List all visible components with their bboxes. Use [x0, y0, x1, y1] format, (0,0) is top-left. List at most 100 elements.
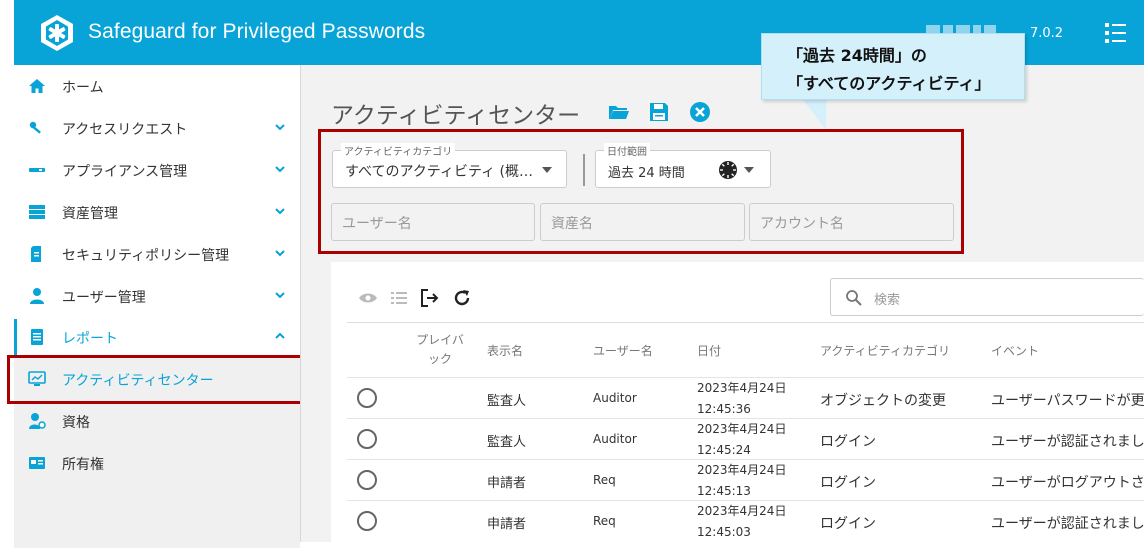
- table-cell-category: ログイン: [820, 475, 876, 491]
- date-range-value: 過去 24 時間: [608, 166, 685, 181]
- column-header-display-name[interactable]: 表示名: [487, 342, 523, 359]
- user-name-input[interactable]: ユーザー名: [331, 203, 535, 241]
- table-cell-user-name: Auditor: [593, 432, 637, 446]
- save-icon[interactable]: [648, 101, 670, 123]
- server-icon: [29, 205, 45, 219]
- table-cell-date: 2023年4月24日: [697, 504, 787, 518]
- column-header-playback[interactable]: プレイバ ック: [414, 331, 466, 369]
- table-cell-category: ログイン: [820, 516, 876, 532]
- list-details-icon[interactable]: [389, 288, 409, 308]
- column-header-category[interactable]: アクティビティカテゴリ: [820, 342, 950, 359]
- account-name-input[interactable]: アカウント名: [749, 203, 954, 241]
- chevron-down-icon: [275, 292, 285, 299]
- table-cell-time: 12:45:03: [697, 525, 751, 539]
- table-cell-event: ユーザーが認証されまし: [991, 516, 1144, 532]
- search-input[interactable]: 検索: [830, 278, 1144, 316]
- chevron-up-icon: [275, 332, 285, 339]
- callout-line-1: 「過去 24時間」の: [787, 46, 927, 65]
- column-header-user-name[interactable]: ユーザー名: [593, 342, 653, 359]
- asset-name-input[interactable]: 資産名: [540, 203, 745, 241]
- sidebar: ホーム アクセスリクエスト アプライアンス管理 資産管理 セキュリティポリシー管…: [14, 65, 300, 548]
- page-title: アクティビティセンター: [331, 102, 581, 128]
- row-select-radio[interactable]: [357, 470, 377, 490]
- clear-icon[interactable]: [689, 101, 711, 123]
- report-icon: [31, 329, 43, 345]
- folder-open-icon[interactable]: [608, 101, 630, 123]
- refresh-icon[interactable]: [452, 288, 472, 308]
- table-cell-user-name: Req: [593, 514, 616, 528]
- sidebar-item-label: 資産管理: [62, 206, 118, 222]
- sidebar-item-label: アプライアンス管理: [62, 164, 188, 180]
- sidebar-item-ownership[interactable]: 所有権: [14, 445, 300, 481]
- sidebar-item-entitlements[interactable]: 資格: [14, 403, 300, 439]
- table-cell-time: 12:45:24: [697, 443, 751, 457]
- sidebar-item-access-request[interactable]: アクセスリクエスト: [14, 110, 300, 146]
- header-bottom-border: [347, 377, 1144, 378]
- table-cell-category: オブジェクトの変更: [820, 393, 946, 409]
- user-icon: [30, 288, 44, 304]
- column-header-date[interactable]: 日付: [697, 342, 721, 359]
- sidebar-item-label: レポート: [62, 331, 118, 347]
- selection-highlight: [7, 355, 303, 404]
- filter-divider: [583, 154, 585, 186]
- table-cell-category: ログイン: [820, 434, 876, 450]
- sidebar-item-reports[interactable]: レポート: [14, 319, 300, 355]
- activity-category-legend: アクティビティカテゴリ: [341, 143, 456, 158]
- table-cell-display-name: 監査人: [487, 394, 527, 409]
- row-divider: [347, 500, 1144, 501]
- activity-category-select[interactable]: アクティビティカテゴリ すべてのアクティビティ (概…: [332, 143, 567, 188]
- row-select-radio[interactable]: [357, 511, 377, 531]
- task-list-icon[interactable]: [1104, 20, 1128, 46]
- callout-box: 「過去 24時間」の 「すべてのアクティビティ」: [761, 33, 1025, 100]
- version-label: 7.0.2: [1030, 26, 1064, 41]
- filter-panel: アクティビティカテゴリ すべてのアクティビティ (概… 日付範囲 過去 24 時…: [318, 129, 964, 254]
- date-range-legend: 日付範囲: [604, 143, 650, 158]
- table-cell-date: 2023年4月24日: [697, 381, 787, 395]
- column-header-event[interactable]: イベント: [991, 342, 1039, 359]
- safeguard-logo-icon: [41, 15, 73, 51]
- chevron-down-icon: [275, 208, 285, 215]
- header-top-border: [347, 322, 1144, 323]
- sidebar-item-label: セキュリティポリシー管理: [62, 248, 230, 264]
- export-icon[interactable]: [420, 288, 440, 308]
- table-cell-display-name: 申請者: [487, 476, 527, 491]
- table-cell-date: 2023年4月24日: [697, 422, 787, 436]
- sidebar-item-label: アクセスリクエスト: [62, 122, 188, 138]
- search-icon: [846, 290, 862, 306]
- entitlement-icon: [29, 413, 46, 429]
- eye-icon[interactable]: [358, 288, 378, 308]
- sidebar-item-label: 資格: [62, 415, 90, 431]
- appliance-icon: [29, 168, 45, 172]
- key-icon: [29, 121, 41, 134]
- row-select-radio[interactable]: [357, 388, 377, 408]
- table-cell-event: ユーザーが認証されまし: [991, 434, 1144, 450]
- sidebar-item-appliance[interactable]: アプライアンス管理: [14, 152, 300, 188]
- row-select-radio[interactable]: [357, 429, 377, 449]
- table-cell-display-name: 申請者: [487, 517, 527, 532]
- sidebar-item-label: ホーム: [62, 80, 104, 96]
- dropdown-caret-icon: [744, 167, 754, 173]
- sidebar-item-assets[interactable]: 資産管理: [14, 194, 300, 230]
- date-range-select[interactable]: 日付範囲 過去 24 時間: [595, 143, 771, 188]
- table-cell-time: 12:45:36: [697, 402, 751, 416]
- table-cell-user-name: Auditor: [593, 391, 637, 405]
- table-cell-time: 12:45:13: [697, 484, 751, 498]
- chevron-down-icon: [275, 166, 285, 173]
- chevron-down-icon: [275, 124, 285, 131]
- app-title: Safeguard for Privileged Passwords: [88, 20, 426, 43]
- sidebar-item-home[interactable]: ホーム: [14, 68, 300, 104]
- ownership-icon: [29, 457, 45, 469]
- clock-icon: [719, 161, 737, 179]
- table-cell-date: 2023年4月24日: [697, 463, 787, 477]
- dropdown-caret-icon: [542, 167, 552, 173]
- chevron-down-icon: [275, 250, 285, 257]
- row-divider: [347, 459, 1144, 460]
- home-icon: [29, 79, 45, 93]
- search-placeholder: 検索: [874, 293, 901, 308]
- callout-line-2: 「すべてのアクティビティ」: [787, 74, 991, 93]
- table-cell-user-name: Req: [593, 473, 616, 487]
- sidebar-item-security-policy[interactable]: セキュリティポリシー管理: [14, 236, 300, 272]
- sidebar-item-user-management[interactable]: ユーザー管理: [14, 278, 300, 314]
- table-cell-event: ユーザーがログアウトさ: [991, 475, 1144, 491]
- sidebar-item-label: 所有権: [62, 457, 104, 473]
